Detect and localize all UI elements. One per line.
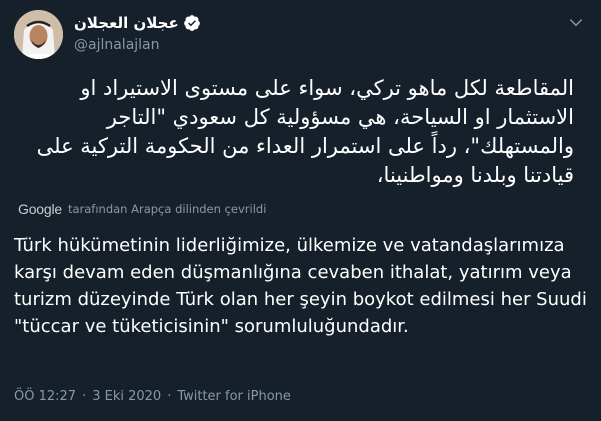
user-avatar — [14, 10, 63, 59]
verified-badge-icon — [183, 14, 201, 32]
tweet-header: عجلان العجلان @ajlnalajlan — [14, 10, 587, 60]
chevron-down-icon[interactable] — [567, 14, 585, 32]
author-handle[interactable]: @ajlnalajlan — [74, 35, 201, 55]
tweet-source[interactable]: Twitter for iPhone — [177, 389, 291, 404]
tweet-text-original: المقاطعة لكل ماهو تركي، سواء على مستوى ا… — [36, 76, 574, 187]
meta-separator: · — [167, 389, 172, 404]
translation-attribution: Google tarafından Arapça dilinden çevril… — [18, 201, 266, 217]
avatar[interactable] — [14, 10, 63, 59]
google-logo: Google — [18, 201, 62, 217]
tweet-meta: ÖÖ 12:27 · 3 Eki 2020 · Twitter for iPho… — [14, 389, 291, 404]
translation-note: tarafından Arapça dilinden çevrildi — [67, 202, 267, 216]
author-display-name[interactable]: عجلان العجلان — [74, 13, 179, 33]
tweet-date[interactable]: 3 Eki 2020 — [92, 389, 161, 404]
author-info[interactable]: عجلان العجلان @ajlnalajlan — [74, 13, 201, 55]
tweet-text-translated: Türk hükümetinin liderliğimize, ülkemize… — [14, 235, 587, 337]
meta-separator: · — [82, 389, 87, 404]
tweet-time[interactable]: ÖÖ 12:27 — [14, 389, 76, 404]
tweet-card: عجلان العجلان @ajlnalajlan المقاطعة لكل … — [0, 0, 601, 421]
